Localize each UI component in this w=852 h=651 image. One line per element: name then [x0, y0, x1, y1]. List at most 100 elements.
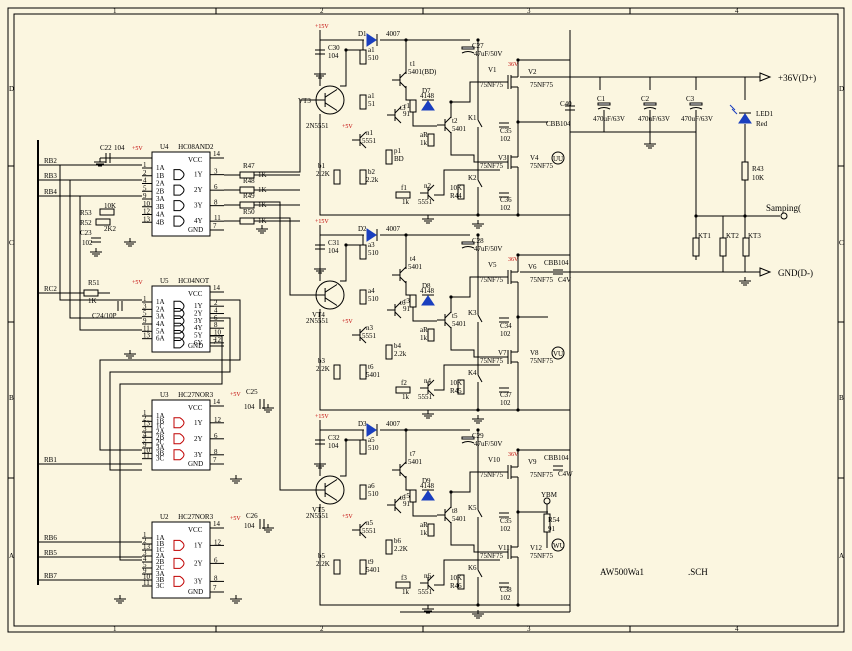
ic-pin-num: 13: [143, 332, 151, 340]
led1: [738, 112, 752, 124]
transistor-t5: [437, 311, 452, 329]
res-ref: aR: [420, 131, 428, 139]
c3-val: 470uF/63V: [681, 115, 713, 123]
transistor-part: 5551: [418, 198, 433, 206]
capacitor-c2: [643, 102, 657, 110]
transistor-emitter: [399, 471, 407, 479]
ic-u2: U2 HC27NOR31A11B21C132A32B42C53A93B103C11…: [142, 513, 224, 599]
cap-ref: C34: [500, 322, 512, 330]
transistor-emitter: [399, 276, 407, 284]
cbb2-ref: CBB104: [544, 259, 569, 267]
res-val: 1k: [420, 529, 428, 537]
cap-plate: [689, 102, 703, 106]
mosfet-ref: V9: [528, 458, 537, 466]
ground-symbol: [739, 277, 751, 286]
diode-val: 4007: [386, 225, 401, 233]
wire: [360, 39, 364, 50]
resistor-b1: [333, 169, 341, 185]
supply-label: +5V: [230, 516, 241, 522]
resistor-ref-r50: R50: [243, 208, 255, 216]
transistor-part: 5401: [452, 515, 467, 523]
capacitor-c24: [117, 301, 123, 311]
diode-d7: [421, 99, 435, 111]
net-label-rb4: RB4: [44, 188, 57, 196]
output-port-label: UU: [553, 155, 563, 163]
switch-ref: K2: [468, 174, 477, 182]
ground-symbol: [124, 350, 136, 359]
mosfet-ref: V5: [488, 261, 497, 269]
res-val: 1k: [402, 588, 410, 596]
ic-out-num: 8: [214, 199, 218, 207]
mosfet-ref: V11: [498, 544, 510, 552]
wire: [412, 112, 437, 127]
switch-blade: [477, 119, 483, 128]
wire: [517, 557, 570, 606]
ic-part: HC27NOR3: [178, 513, 214, 521]
cap-ref: C37: [500, 391, 512, 399]
diode-d9: [421, 489, 435, 501]
cap-ref: C30: [328, 44, 340, 52]
port-sampling: Samping(: [766, 203, 801, 213]
port-ybm-pin[interactable]: [543, 497, 551, 505]
res-ref: a6: [368, 482, 375, 490]
ic-ref: U5: [160, 277, 169, 285]
transistor-emitter: [444, 516, 452, 524]
c40-ref: C40: [560, 100, 572, 108]
switch-ref: K3: [468, 309, 477, 317]
ic-pin-num: 13: [143, 215, 151, 223]
res-ref: b2: [368, 168, 376, 176]
res-ref: r5: [404, 492, 410, 500]
output-port-label: VU: [553, 350, 563, 358]
relay-switch-k3: [477, 310, 483, 326]
resistor-ref-r47: R47: [243, 162, 255, 170]
ic-part: HC04NOT: [178, 277, 210, 285]
port-sampling-pin[interactable]: [780, 212, 788, 220]
diode-d3: [366, 423, 378, 437]
mosfet-ref: V4: [530, 154, 539, 162]
cap-val: 104: [328, 52, 339, 60]
ic-gnd: GND: [188, 460, 203, 468]
mosfet-ref: V3: [498, 154, 507, 162]
res-val: 2.2K: [316, 365, 330, 373]
ground-symbol: [90, 248, 102, 257]
transistor-emitter: [394, 311, 402, 319]
c1-ref: C1: [597, 95, 606, 103]
bridge-stage-2: +15VC31104D2 4007VT42N5551a3510a4510t4540…: [300, 219, 570, 424]
diode-ref: D1: [358, 30, 367, 38]
ic-out-num: 8: [214, 448, 218, 456]
junction-dot: [476, 213, 480, 217]
diode-d2: [366, 228, 378, 242]
c22-ref: C22: [100, 144, 112, 152]
relay-switch-k6: [477, 565, 483, 581]
outer-frame: [7, 7, 845, 633]
res-ref: a1: [368, 92, 375, 100]
diode-body: [738, 113, 752, 124]
frame-row-label-left: D: [9, 85, 14, 93]
res-ref: a3: [368, 241, 375, 249]
net-label-rb1: RB1: [44, 456, 57, 464]
ground-symbol: [644, 140, 656, 149]
transistor-collector: [444, 311, 452, 319]
transistor-ref: n4: [424, 377, 432, 385]
frame-col-label-bottom: 3: [527, 625, 531, 633]
wire: [340, 244, 360, 282]
diode-body: [366, 228, 377, 242]
switch-blade: [477, 509, 483, 518]
frame-row-label-left: A: [9, 552, 14, 560]
transistor-part: 5401: [408, 263, 423, 271]
mosfet-ref: V10: [488, 456, 501, 464]
ic-ref: U2: [160, 513, 169, 521]
frame-row-label-left: C: [9, 239, 14, 247]
junction-dot: [476, 603, 480, 607]
frame-row-label-left: B: [9, 394, 14, 402]
ic-u4: U4 HC08AND21A11B22A42B53A93B104A124B13VCC…: [142, 143, 224, 237]
res-ref: p1: [394, 147, 402, 155]
wire: [59, 165, 142, 301]
ic-pin-7: 7: [213, 584, 217, 592]
diode-d8: [421, 294, 435, 306]
frame-ticks: 11223344D DC CB BA A: [8, 7, 844, 633]
wire: [434, 559, 500, 586]
ic-pin-14: 14: [213, 150, 221, 158]
cap-ref: C36: [500, 196, 512, 204]
mosfet-ref: V12: [530, 544, 543, 552]
